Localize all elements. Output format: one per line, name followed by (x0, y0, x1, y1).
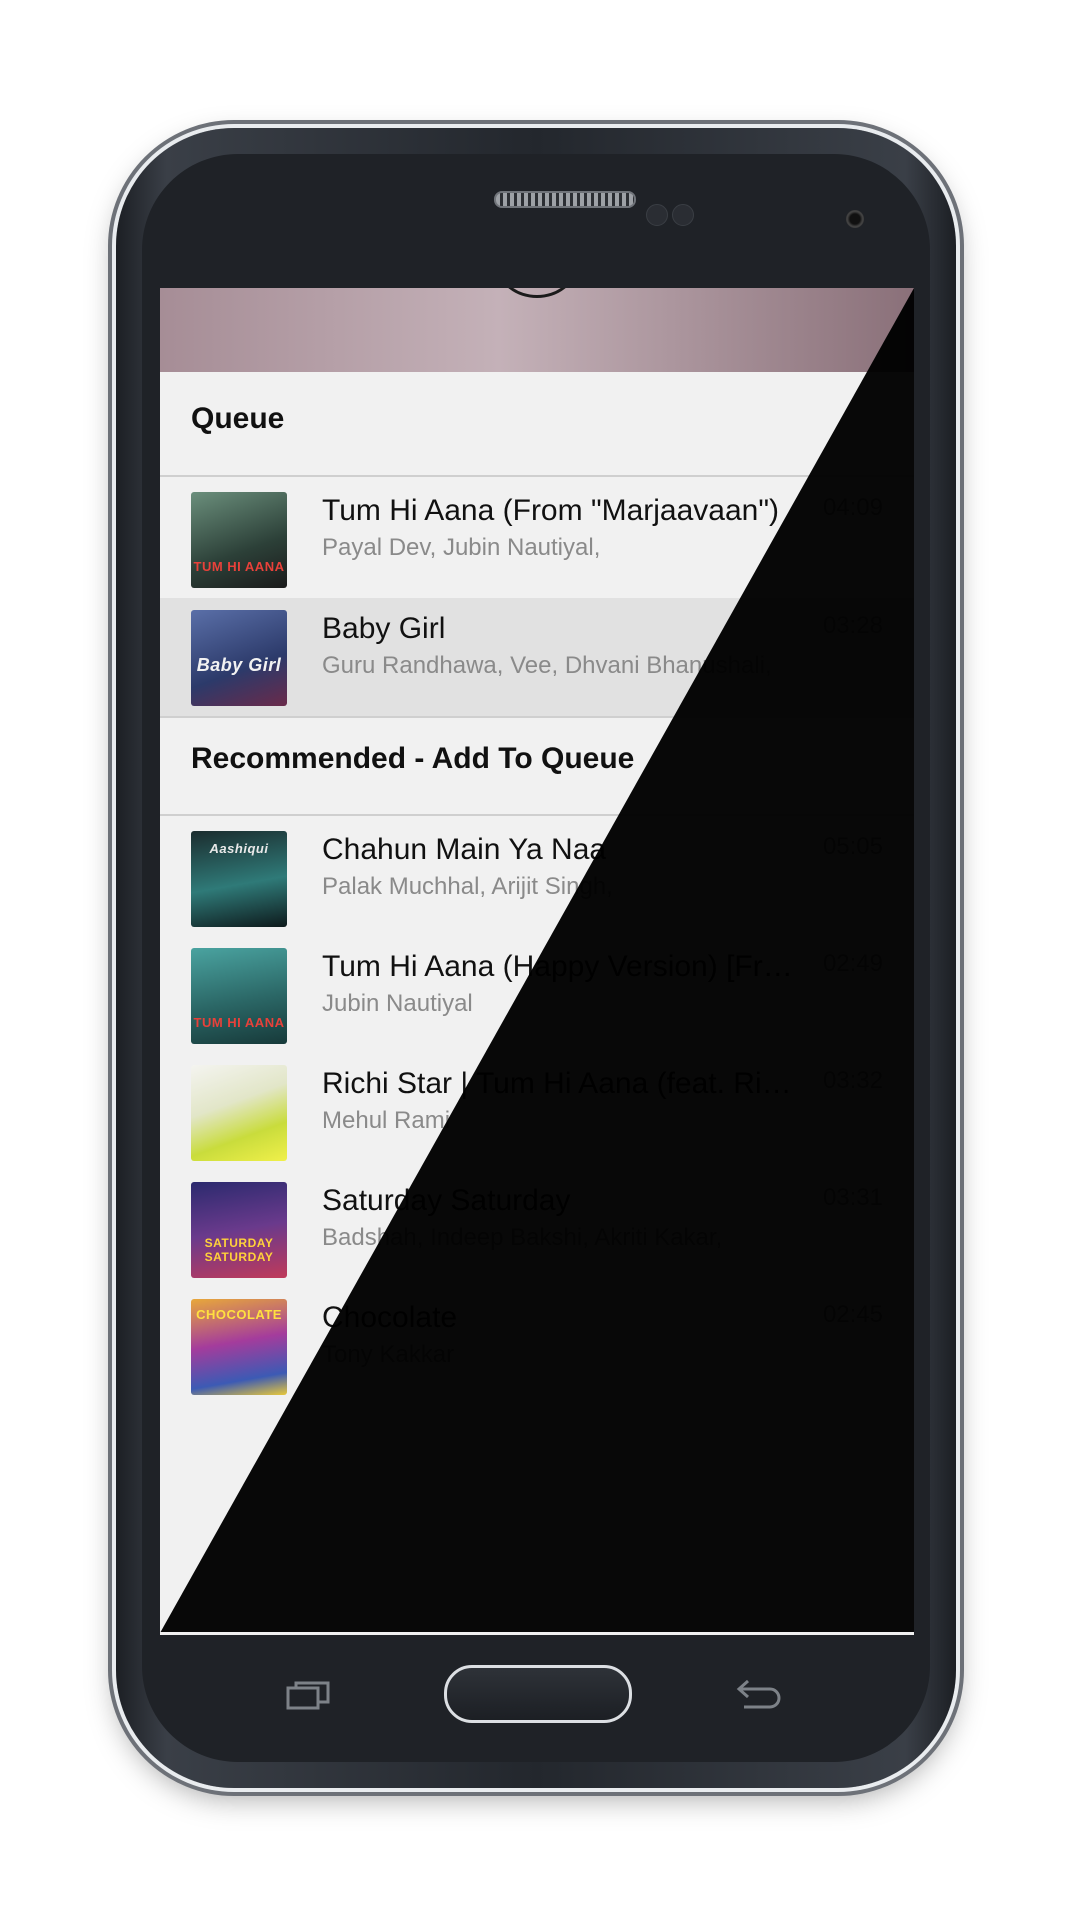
now-playing-artwork-strip[interactable] (160, 288, 914, 372)
album-cover: Aashiqui (191, 831, 287, 927)
song-artist: Payal Dev, Jubin Nautiyal, (322, 534, 601, 561)
earpiece-speaker (494, 191, 636, 208)
screen-edge (160, 1632, 914, 1635)
song-title: Tum Hi Aana (From "Marjaavaan") (322, 494, 779, 527)
album-cover: SATURDAY SATURDAY (191, 1182, 287, 1278)
recent-apps-icon[interactable] (286, 1680, 330, 1710)
song-artist: Mehul Rami (322, 1107, 451, 1134)
front-camera-icon (846, 210, 864, 228)
home-button[interactable] (444, 1665, 632, 1723)
queue-song-row-current[interactable]: Baby Girl Baby Girl Guru Randhawa, Vee, … (160, 598, 914, 716)
divider (160, 475, 914, 477)
album-cover: TUM HI AANA (191, 948, 287, 1044)
screen: Queue TUM HI AANA Tum Hi Aana (From "Mar… (160, 288, 914, 1633)
song-artist: Palak Muchhal, Arijit Singh, (322, 873, 613, 900)
album-cover (191, 1065, 287, 1161)
light-sensor (672, 204, 694, 226)
song-title: Richi Star | Tum Hi Aana (feat. Rich… (322, 1067, 802, 1100)
album-cover: CHOCOLATE (191, 1299, 287, 1395)
song-title: Baby Girl (322, 612, 446, 645)
song-title: Saturday Saturday (322, 1184, 571, 1217)
song-duration: 03:31 (822, 1184, 883, 1211)
song-duration: 03:32 (822, 1067, 883, 1094)
song-duration: 04:09 (822, 494, 883, 521)
back-icon[interactable] (736, 1677, 782, 1711)
cover-text: Baby Girl (196, 655, 282, 675)
recommended-song-row[interactable]: Aashiqui Chahun Main Ya Naa Palak Muchha… (160, 819, 914, 937)
song-artist: Guru Randhawa, Vee, Dhvani Bhanushali, (322, 652, 772, 679)
song-duration: 02:45 (822, 1301, 883, 1328)
recommended-song-row[interactable]: CHOCOLATE Chocolate Tony Kakkar 02:45 (160, 1287, 914, 1405)
song-title: Tum Hi Aana (Happy Version) [Fro… (322, 950, 802, 983)
cover-text: SATURDAY SATURDAY (204, 1236, 274, 1264)
recommended-song-row[interactable]: Richi Star | Tum Hi Aana (feat. Rich… Me… (160, 1053, 914, 1171)
song-artist: Jubin Nautiyal (322, 990, 473, 1017)
cover-text: TUM HI AANA (193, 1015, 285, 1030)
proximity-sensor (646, 204, 668, 226)
album-cover: TUM HI AANA (191, 492, 287, 588)
divider (160, 716, 914, 718)
song-duration: 05:05 (822, 833, 883, 860)
recommended-song-row[interactable]: SATURDAY SATURDAY Saturday Saturday Bads… (160, 1170, 914, 1288)
song-duration: 03:28 (822, 612, 883, 639)
queue-song-row[interactable]: TUM HI AANA Tum Hi Aana (From "Marjaavaa… (160, 480, 914, 598)
song-title: Chahun Main Ya Naa (322, 833, 607, 866)
cover-text: CHOCOLATE (196, 1307, 282, 1322)
play-control-icon[interactable] (498, 288, 576, 298)
cover-text: TUM HI AANA (193, 559, 285, 574)
album-cover: Baby Girl (191, 610, 287, 706)
recommended-song-row[interactable]: TUM HI AANA Tum Hi Aana (Happy Version) … (160, 936, 914, 1054)
song-duration: 02:49 (822, 950, 883, 977)
queue-header: Queue (191, 402, 285, 435)
phone-frame: Queue TUM HI AANA Tum Hi Aana (From "Mar… (116, 128, 956, 1788)
divider (160, 814, 914, 816)
song-artist: Badshah, Indeep Bakshi, Akriti Kakar, (322, 1224, 723, 1251)
queue-list[interactable]: Queue TUM HI AANA Tum Hi Aana (From "Mar… (160, 372, 914, 1633)
cover-text: Aashiqui (209, 841, 269, 856)
song-title: Chocolate (322, 1301, 458, 1334)
recommended-header: Recommended - Add To Queue (191, 742, 635, 775)
song-artist: Tony Kakkar (322, 1341, 455, 1368)
